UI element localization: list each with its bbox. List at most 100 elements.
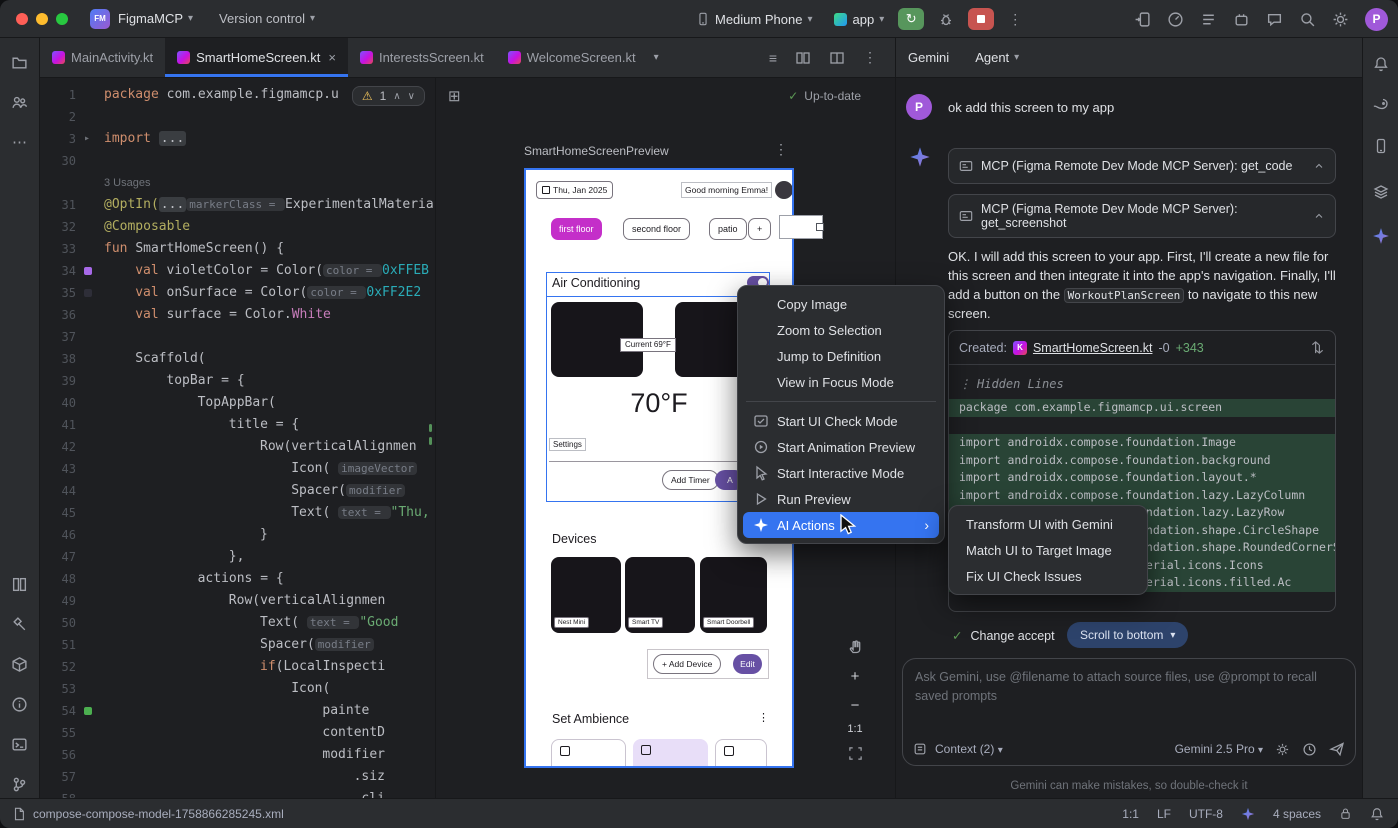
tool-call-card[interactable]: MCP (Figma Remote Dev Mode MCP Server): … xyxy=(948,148,1336,184)
open-diff-icon[interactable] xyxy=(1310,340,1325,355)
indent-setting[interactable]: 4 spaces xyxy=(1273,807,1321,821)
preview-title[interactable]: SmartHomeScreenPreview xyxy=(524,144,669,158)
color-swatch-icon[interactable] xyxy=(84,267,92,275)
line-separator[interactable]: LF xyxy=(1157,807,1171,821)
hidden-tabs-dropdown[interactable]: ▾ xyxy=(648,38,665,77)
gemini-status-icon[interactable] xyxy=(1241,807,1255,821)
preview-options-icon[interactable]: ⋮ xyxy=(774,141,789,158)
submenu-item-transform-ui-with-gemini[interactable]: Transform UI with Gemini xyxy=(954,511,1142,537)
tab-welcomescreen[interactable]: WelcomeScreen.kt xyxy=(496,38,648,77)
device-explorer-tool-button[interactable] xyxy=(6,650,34,678)
zoom-level-label[interactable]: 1:1 xyxy=(847,723,862,735)
send-icon[interactable] xyxy=(1329,741,1345,757)
minimize-window-button[interactable] xyxy=(36,13,48,25)
layout-inspector-tool-button[interactable] xyxy=(1367,178,1395,206)
grid-view-icon[interactable]: ⊞ xyxy=(448,87,461,105)
resize-handle[interactable] xyxy=(816,223,824,231)
code-line: 44Spacer(modifier xyxy=(40,480,435,502)
project-tool-button[interactable] xyxy=(6,48,34,76)
context-icon[interactable] xyxy=(913,742,927,756)
cursor-position[interactable]: 1:1 xyxy=(1122,807,1139,821)
tab-smarthomescreen[interactable]: SmartHomeScreen.kt × xyxy=(165,38,348,77)
menu-item-jump-to-definition[interactable]: Jump to Definition xyxy=(743,343,939,369)
device-selector[interactable]: Medium Phone ▾ xyxy=(696,12,812,27)
terminal-tool-button[interactable] xyxy=(6,730,34,758)
version-control-tool-button[interactable] xyxy=(6,770,34,798)
close-tab-icon[interactable]: × xyxy=(328,50,336,65)
device-mirroring-icon[interactable] xyxy=(1134,11,1151,28)
submenu-item-fix-ui-check-issues[interactable]: Fix UI Check Issues xyxy=(954,563,1142,589)
tab-mainactivity[interactable]: MainActivity.kt xyxy=(40,38,165,77)
split-editor-icon[interactable] xyxy=(795,50,811,66)
inspection-widget[interactable]: ⚠ 1 ∧ ∨ xyxy=(352,86,425,106)
problems-tool-button[interactable] xyxy=(6,690,34,718)
previous-problem-icon[interactable]: ∧ xyxy=(393,91,400,102)
menu-item-run-preview[interactable]: Run Preview xyxy=(743,486,939,512)
more-run-options-button[interactable]: ⋮ xyxy=(1008,11,1023,28)
prompt-settings-icon[interactable] xyxy=(1275,742,1290,757)
more-editor-options-icon[interactable]: ⋮ xyxy=(863,49,877,66)
file-encoding[interactable]: UTF-8 xyxy=(1189,807,1223,821)
tab-interestsscreen[interactable]: InterestsScreen.kt xyxy=(348,38,496,77)
gemini-tool-button[interactable] xyxy=(1367,222,1395,250)
model-selector[interactable]: Gemini 2.5 Pro ▾ xyxy=(1175,742,1263,756)
history-icon[interactable] xyxy=(1302,742,1317,757)
todo-list-icon[interactable] xyxy=(1200,11,1217,28)
hidden-lines-row[interactable]: ⋮ Hidden Lines xyxy=(949,373,1335,399)
user-avatar[interactable]: P xyxy=(1365,8,1388,31)
plugins-icon[interactable] xyxy=(1233,11,1250,28)
maximize-window-button[interactable] xyxy=(56,13,68,25)
close-window-button[interactable] xyxy=(16,13,28,25)
menu-item-start-animation-preview[interactable]: Start Animation Preview xyxy=(743,434,939,460)
search-icon[interactable] xyxy=(1299,11,1316,28)
gemini-input[interactable]: Ask Gemini, use @filename to attach sour… xyxy=(902,658,1356,766)
fold-chevron-icon[interactable]: ▸ xyxy=(84,128,90,150)
next-problem-icon[interactable]: ∨ xyxy=(408,91,415,102)
color-swatch-icon[interactable] xyxy=(84,289,92,297)
menu-item-view-in-focus-mode[interactable]: View in Focus Mode xyxy=(743,369,939,395)
zoom-in-button[interactable]: + xyxy=(844,665,866,687)
split-preview-icon[interactable] xyxy=(829,50,845,66)
pull-requests-tool-button[interactable] xyxy=(6,88,34,116)
run-button[interactable]: ↻ xyxy=(898,8,924,30)
project-menu[interactable]: FigmaMCP ▾ xyxy=(118,11,193,26)
zoom-out-button[interactable]: − xyxy=(844,694,866,716)
menu-item-copy-image[interactable]: Copy Image xyxy=(743,291,939,317)
tab-agent[interactable]: Agent ▾ xyxy=(975,50,1019,65)
context-selector[interactable]: Context (2) ▾ xyxy=(935,742,1003,756)
vcs-menu[interactable]: Version control ▾ xyxy=(219,11,315,26)
structure-tool-button[interactable] xyxy=(6,570,34,598)
color-swatch-icon[interactable] xyxy=(84,707,92,715)
profiler-icon[interactable] xyxy=(1167,11,1184,28)
code-line: 38Scaffold( xyxy=(40,348,435,370)
notifications-tool-button[interactable] xyxy=(1367,50,1395,78)
more-tool-windows-button[interactable]: ⋯ xyxy=(6,128,34,156)
scroll-to-bottom-button[interactable]: Scroll to bottom ▾ xyxy=(1067,622,1188,648)
device-manager-tool-button[interactable] xyxy=(1367,132,1395,160)
expand-chevron-icon[interactable] xyxy=(1313,160,1325,172)
stop-button[interactable] xyxy=(968,8,994,30)
menu-item-zoom-to-selection[interactable]: Zoom to Selection xyxy=(743,317,939,343)
expand-chevron-icon[interactable] xyxy=(1313,210,1325,222)
menu-item-label: Jump to Definition xyxy=(777,349,929,364)
code-menu-icon[interactable]: ≡ xyxy=(769,50,777,66)
status-file[interactable]: compose-compose-model-1758866285245.xml xyxy=(12,807,284,821)
pan-tool-button[interactable] xyxy=(844,636,866,658)
code-editor[interactable]: 1package com.example.figmamcp.u23▸import… xyxy=(40,78,435,798)
kotlin-file-icon: K xyxy=(1013,341,1027,355)
lock-icon[interactable] xyxy=(1339,807,1352,820)
build-tool-button[interactable] xyxy=(6,610,34,638)
tool-call-card[interactable]: MCP (Figma Remote Dev Mode MCP Server): … xyxy=(948,194,1336,238)
settings-gear-icon[interactable] xyxy=(1332,11,1349,28)
run-config-selector[interactable]: app ▾ xyxy=(834,12,884,27)
created-file-link[interactable]: SmartHomeScreen.kt xyxy=(1033,341,1152,355)
gradle-tool-button[interactable] xyxy=(1367,90,1395,118)
feedback-icon[interactable] xyxy=(1266,11,1283,28)
zoom-to-fit-button[interactable] xyxy=(844,742,866,764)
menu-item-start-interactive-mode[interactable]: Start Interactive Mode xyxy=(743,460,939,486)
notifications-icon[interactable] xyxy=(1370,807,1384,821)
submenu-item-match-ui-to-target-image[interactable]: Match UI to Target Image xyxy=(954,537,1142,563)
debug-button[interactable] xyxy=(938,11,954,27)
menu-item-start-ui-check-mode[interactable]: Start UI Check Mode xyxy=(743,408,939,434)
tab-gemini[interactable]: Gemini xyxy=(908,50,949,65)
